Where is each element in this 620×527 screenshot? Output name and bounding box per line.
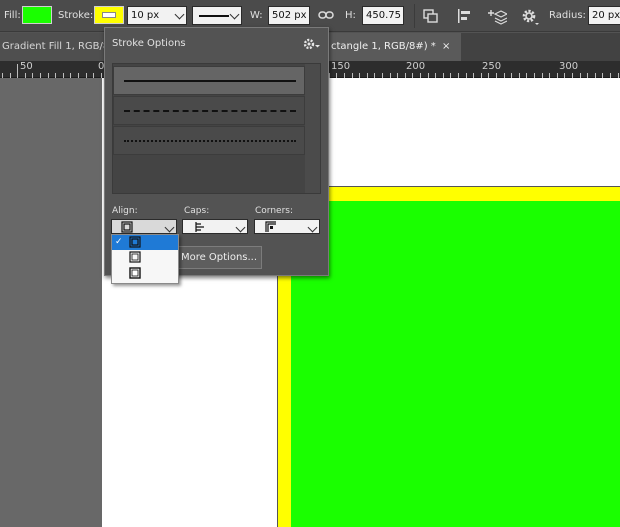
check-icon: ✓ bbox=[115, 237, 123, 247]
align-label: Align: bbox=[112, 206, 138, 216]
stroke-width-value: 10 px bbox=[131, 10, 160, 21]
panel-title: Stroke Options bbox=[112, 38, 186, 49]
butt-cap-icon bbox=[195, 222, 204, 232]
height-field[interactable]: 450.75 p bbox=[362, 6, 404, 25]
divider bbox=[414, 4, 415, 28]
stroke-swatch-inner bbox=[102, 12, 116, 18]
dashed-line-sample bbox=[124, 110, 296, 112]
tab-label: Gradient Fill 1, RGB/8 bbox=[2, 41, 104, 52]
line-style-dotted[interactable] bbox=[113, 126, 305, 155]
align-option-outside[interactable] bbox=[112, 266, 178, 281]
width-field[interactable]: 502 px bbox=[268, 6, 310, 25]
tab-gradient-fill[interactable]: Gradient Fill 1, RGB/8 bbox=[0, 33, 104, 61]
chevron-down-icon bbox=[229, 9, 240, 20]
radius-field[interactable]: 20 px bbox=[588, 6, 620, 25]
more-options-button[interactable]: More Options... bbox=[176, 246, 262, 269]
stroke-swatch[interactable] bbox=[94, 6, 124, 24]
chevron-down-icon bbox=[235, 222, 246, 233]
line-style-solid[interactable] bbox=[113, 66, 305, 95]
align-outside-icon bbox=[129, 267, 141, 279]
width-label: W: bbox=[250, 10, 263, 21]
link-icon[interactable] bbox=[318, 9, 334, 21]
height-label: H: bbox=[345, 10, 356, 21]
caps-label: Caps: bbox=[184, 206, 210, 216]
chevron-down-icon bbox=[164, 222, 175, 233]
ruler-tick bbox=[17, 64, 18, 78]
fill-label: Fill: bbox=[4, 10, 21, 21]
corners-label: Corners: bbox=[255, 206, 293, 216]
rectangle-shape-fill[interactable] bbox=[291, 201, 620, 527]
path-alignment-icon[interactable] bbox=[456, 8, 474, 24]
close-icon[interactable]: × bbox=[442, 33, 450, 61]
path-arrangement-icon[interactable] bbox=[487, 8, 507, 26]
align-inside-icon bbox=[121, 221, 133, 233]
radius-label: Radius: bbox=[549, 10, 586, 21]
align-dropdown[interactable] bbox=[111, 219, 177, 234]
fill-swatch[interactable] bbox=[22, 6, 52, 24]
tab-label: ctangle 1, RGB/8#) * bbox=[331, 41, 436, 52]
panel-gear-icon[interactable] bbox=[303, 37, 321, 51]
stroke-type-dropdown[interactable] bbox=[192, 6, 242, 25]
stroke-label: Stroke: bbox=[58, 10, 94, 21]
chevron-down-icon bbox=[174, 9, 185, 20]
align-center-icon bbox=[129, 251, 141, 263]
miter-corner-icon bbox=[265, 221, 276, 232]
ruler-label: 250 bbox=[482, 61, 502, 72]
ruler-label: 50 bbox=[20, 61, 33, 72]
path-operations-icon[interactable] bbox=[422, 8, 440, 24]
ruler-label: 200 bbox=[406, 61, 426, 72]
line-style-scrollbar[interactable] bbox=[305, 64, 320, 193]
solid-line-icon bbox=[199, 15, 229, 17]
ruler-label: 300 bbox=[559, 61, 579, 72]
ruler-label: 150 bbox=[331, 61, 351, 72]
caps-dropdown[interactable] bbox=[182, 219, 248, 234]
solid-line-sample bbox=[124, 80, 296, 82]
chevron-down-icon bbox=[307, 222, 318, 233]
tab-rectangle[interactable]: ctangle 1, RGB/8#) * × bbox=[329, 33, 461, 61]
stroke-width-field[interactable]: 10 px bbox=[127, 6, 187, 25]
align-inside-icon bbox=[129, 236, 141, 248]
gear-icon[interactable] bbox=[520, 8, 540, 26]
pasteboard bbox=[0, 78, 102, 527]
align-option-center[interactable] bbox=[112, 250, 178, 265]
dotted-line-sample bbox=[124, 140, 296, 142]
line-style-dashed[interactable] bbox=[113, 96, 305, 125]
corners-dropdown[interactable] bbox=[254, 219, 320, 234]
